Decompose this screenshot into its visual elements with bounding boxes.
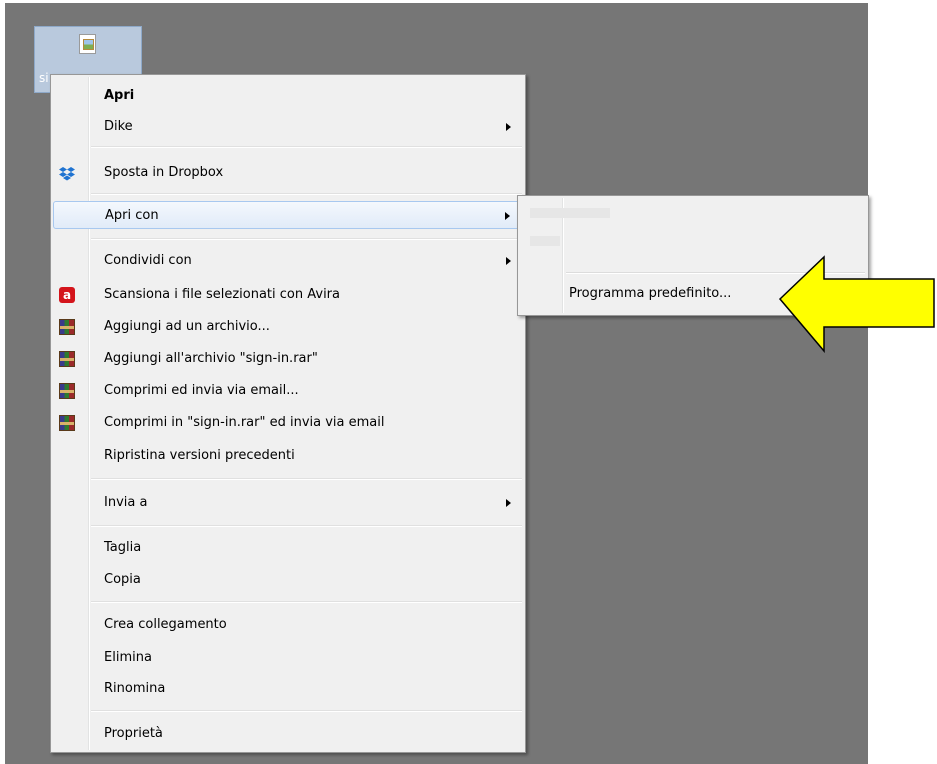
menu-item-invia-a[interactable]: Invia a: [53, 489, 523, 517]
menu-item-elimina[interactable]: Elimina: [53, 644, 523, 672]
menu-item-label: Condividi con: [104, 253, 192, 268]
menu-item-ripristina-versioni[interactable]: Ripristina versioni precedenti: [53, 442, 523, 470]
menu-item-label: Aggiungi all'archivio "sign-in.rar": [104, 351, 318, 366]
menu-item-comprimi-email[interactable]: Comprimi ed invia via email...: [53, 377, 523, 405]
menu-separator: [91, 146, 522, 148]
submenu-arrow-icon: [506, 257, 511, 265]
winrar-icon: [59, 351, 75, 367]
menu-item-label: Comprimi ed invia via email...: [104, 383, 299, 398]
menu-item-apri-con[interactable]: Apri con: [53, 201, 523, 229]
winrar-icon: [59, 383, 75, 399]
avira-icon: a: [59, 287, 75, 303]
menu-item-label: Invia a: [104, 495, 148, 510]
menu-item-comprimi-sign-in-email[interactable]: Comprimi in "sign-in.rar" ed invia via e…: [53, 409, 523, 437]
dropbox-icon: [59, 165, 75, 181]
menu-item-label: Taglia: [104, 540, 142, 555]
menu-item-scansiona-avira[interactable]: a Scansiona i file selezionati con Avira: [53, 281, 523, 309]
submenu-arrow-icon: [505, 212, 510, 220]
context-menu: Apri Dike Sposta in Dropbox Apri con Con…: [50, 74, 526, 753]
menu-item-rinomina[interactable]: Rinomina: [53, 675, 523, 703]
blurred-app-item[interactable]: [530, 208, 610, 218]
menu-item-label: Rinomina: [104, 681, 166, 696]
menu-item-label: Aggiungi ad un archivio...: [104, 319, 270, 334]
menu-item-programma-predefinito[interactable]: Programma predefinito...: [569, 286, 731, 301]
menu-item-label: Scansiona i file selezionati con Avira: [104, 287, 340, 302]
menu-item-crea-collegamento[interactable]: Crea collegamento: [53, 611, 523, 639]
menu-item-label: Dike: [104, 119, 133, 134]
submenu-arrow-icon: [506, 123, 511, 131]
yellow-arrow-icon: [778, 255, 935, 353]
menu-item-label: Apri con: [105, 208, 159, 223]
menu-separator: [91, 193, 522, 195]
menu-item-label: Elimina: [104, 650, 152, 665]
winrar-icon: [59, 415, 75, 431]
image-file-icon: [79, 34, 96, 54]
menu-item-sposta-in-dropbox[interactable]: Sposta in Dropbox: [53, 159, 523, 187]
menu-item-copia[interactable]: Copia: [53, 566, 523, 594]
submenu-arrow-icon: [506, 499, 511, 507]
menu-item-dike[interactable]: Dike: [53, 113, 523, 141]
menu-item-aggiungi-archivio[interactable]: Aggiungi ad un archivio...: [53, 313, 523, 341]
menu-item-label: Ripristina versioni precedenti: [104, 448, 295, 463]
menu-item-aggiungi-sign-in-rar[interactable]: Aggiungi all'archivio "sign-in.rar": [53, 345, 523, 373]
menu-separator: [91, 238, 522, 240]
menu-item-proprieta[interactable]: Proprietà: [53, 720, 523, 748]
winrar-icon: [59, 319, 75, 335]
menu-item-label: Copia: [104, 572, 141, 587]
menu-separator: [91, 478, 522, 480]
menu-item-label: Sposta in Dropbox: [104, 165, 224, 180]
menu-separator: [91, 525, 522, 527]
menu-item-label: Proprietà: [104, 726, 163, 741]
blurred-app-item[interactable]: [530, 236, 560, 246]
menu-item-taglia[interactable]: Taglia: [53, 534, 523, 562]
menu-item-label: Comprimi in "sign-in.rar" ed invia via e…: [104, 415, 385, 430]
menu-separator: [91, 601, 522, 603]
menu-item-label: Crea collegamento: [104, 617, 227, 632]
menu-item-condividi-con[interactable]: Condividi con: [53, 247, 523, 275]
menu-separator: [91, 710, 522, 712]
menu-item-label: Apri: [104, 88, 135, 103]
menu-item-apri[interactable]: Apri: [53, 82, 523, 110]
